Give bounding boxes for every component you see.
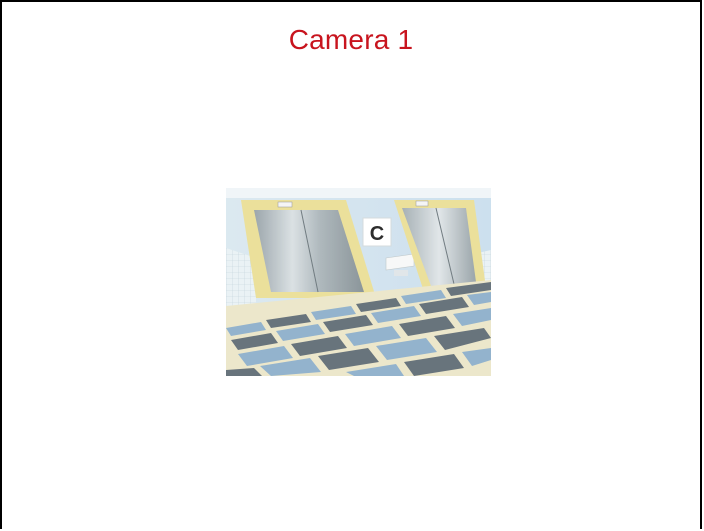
- camera-title: Camera 1: [288, 24, 414, 55]
- camera-view-frame: Camera 1 C: [0, 0, 702, 529]
- camera-feed-image: C: [226, 188, 491, 376]
